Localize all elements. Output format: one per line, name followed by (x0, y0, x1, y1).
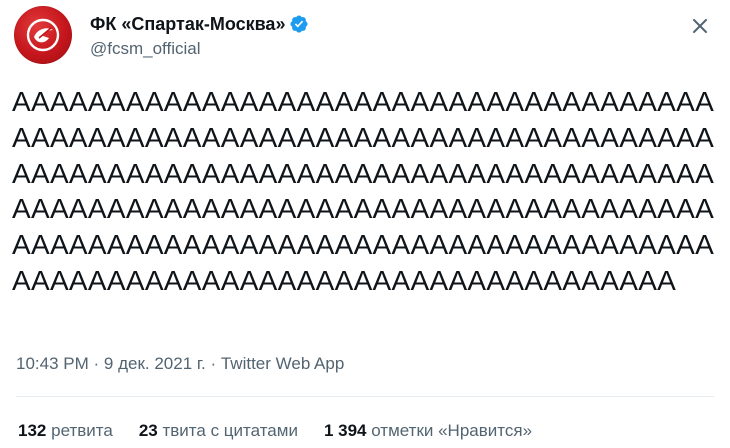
tweet-date[interactable]: 9 дек. 2021 г. (104, 354, 206, 373)
likes-label: отметки «Нравится» (371, 421, 533, 440)
divider (16, 396, 714, 397)
spartak-logo-icon (26, 18, 60, 52)
name-row: ФК «Спартак-Москва» (90, 12, 309, 36)
tweet-card: ФК «Спартак-Москва» @fcsm_official ААААА… (0, 0, 730, 448)
quotes-label: твита с цитатами (162, 421, 298, 440)
tweet-text: АААААААААААААААААААААААААААААААААААААААА… (12, 86, 715, 296)
meta-separator-2: · (210, 354, 221, 373)
quotes-stat[interactable]: 23 твита с цитатами (139, 418, 298, 444)
verified-badge-icon (289, 14, 309, 34)
author-block: ФК «Спартак-Москва» @fcsm_official (90, 12, 309, 60)
quotes-count: 23 (138, 421, 158, 440)
likes-count: 1 394 (323, 421, 367, 440)
tweet-stats: 132 ретвита 23 твита с цитатами 1 394 от… (18, 418, 558, 444)
retweets-count: 132 (18, 421, 47, 440)
meta-separator: · (93, 354, 104, 373)
tweet-header: ФК «Спартак-Москва» @fcsm_official (14, 6, 714, 66)
tweet-body: АААААААААААААААААААААААААААААААААААААААА… (12, 84, 720, 334)
avatar[interactable] (14, 6, 72, 64)
author-handle[interactable]: @fcsm_official (90, 38, 309, 60)
retweets-stat[interactable]: 132 ретвита (18, 418, 113, 444)
tweet-source[interactable]: Twitter Web App (221, 354, 344, 373)
tweet-time[interactable]: 10:43 PM (16, 354, 89, 373)
author-display-name[interactable]: ФК «Спартак-Москва» (90, 12, 285, 36)
close-icon (693, 19, 707, 33)
likes-stat[interactable]: 1 394 отметки «Нравится» (324, 418, 532, 444)
close-button[interactable] (686, 12, 714, 40)
retweets-label: ретвита (51, 421, 113, 440)
tweet-meta: 10:43 PM · 9 дек. 2021 г. · Twitter Web … (16, 352, 344, 376)
